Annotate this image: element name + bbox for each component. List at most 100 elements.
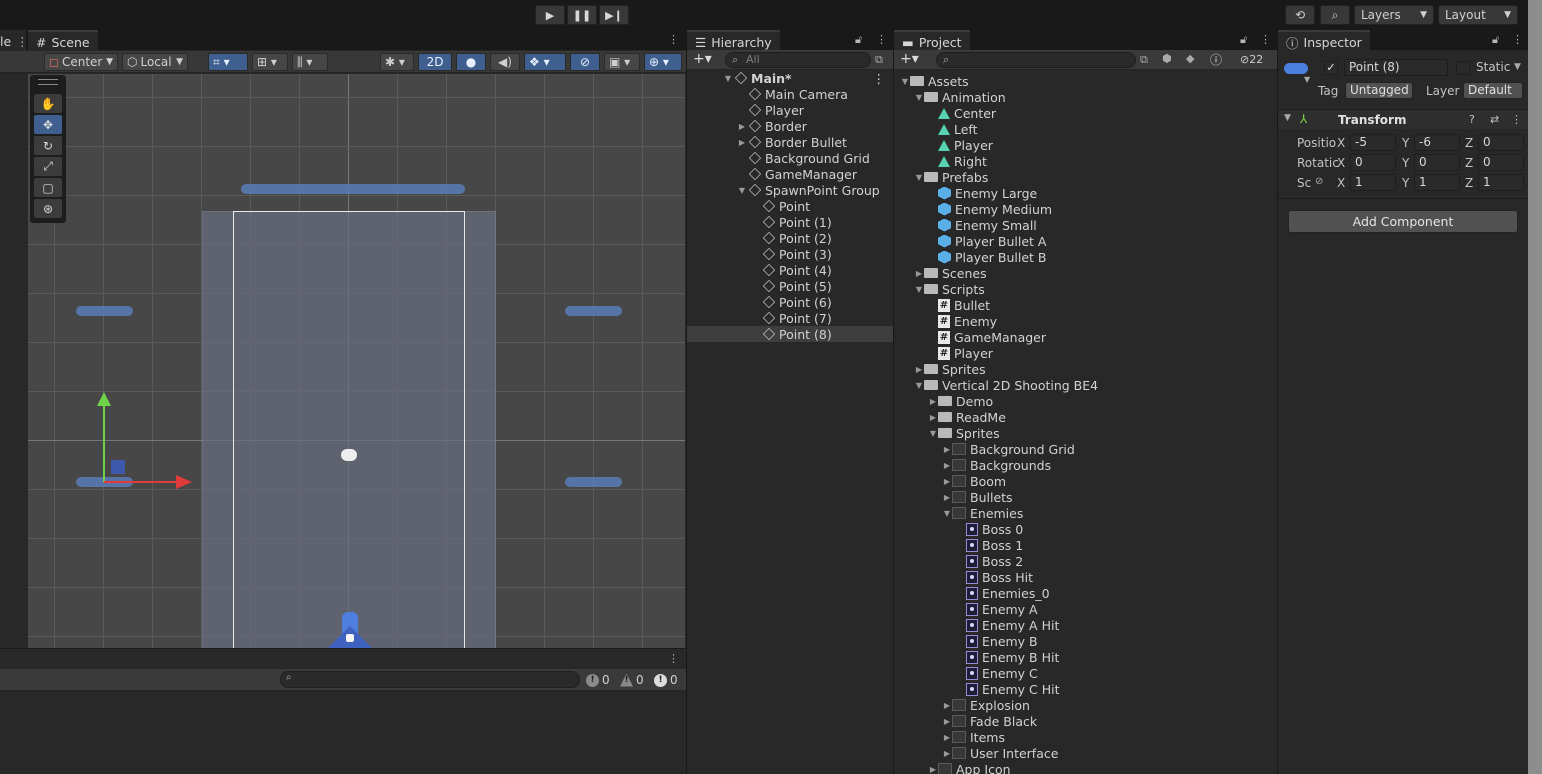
tab-hierarchy[interactable]: ☰ Hierarchy <box>687 30 780 51</box>
project-item[interactable]: Enemy Large <box>894 185 1277 201</box>
hand-tool[interactable]: ✋ <box>34 94 62 113</box>
more-icon[interactable]: ⋮ <box>668 652 679 665</box>
rect-tool[interactable]: ▢ <box>34 178 62 197</box>
grid-snap-button[interactable]: ⌗ ▾ <box>208 53 248 71</box>
project-item[interactable]: Right <box>894 153 1277 169</box>
play-button[interactable]: ▶ <box>535 5 565 25</box>
rotation-z-field[interactable]: 0 <box>1478 154 1524 171</box>
project-item[interactable]: Enemy B Hit <box>894 649 1277 665</box>
drag-handle[interactable] <box>38 79 58 85</box>
chevron-down-icon[interactable]: ▼ <box>1514 62 1521 72</box>
camera-dropdown[interactable]: ▣ ▾ <box>604 53 640 71</box>
space-dropdown[interactable]: ⬡ Local ▼ <box>122 53 188 71</box>
chevron-down-icon[interactable]: ▼ <box>928 429 938 438</box>
chevron-right-icon[interactable]: ▶ <box>914 365 924 374</box>
active-checkbox[interactable]: ✓ <box>1324 61 1338 75</box>
chevron-right-icon[interactable]: ▶ <box>914 269 924 278</box>
error-count-toggle[interactable]: ! 0 <box>586 672 610 688</box>
chevron-right-icon[interactable]: ▶ <box>737 122 747 131</box>
2d-toggle[interactable]: 2D <box>418 53 452 71</box>
chevron-down-icon[interactable]: ▼ <box>914 93 924 102</box>
chevron-right-icon[interactable]: ▶ <box>928 765 938 774</box>
chevron-right-icon[interactable]: ▶ <box>942 493 952 502</box>
project-item[interactable]: ▶ Sprites <box>894 361 1277 377</box>
project-item[interactable]: ▼ Sprites <box>894 425 1277 441</box>
project-item[interactable]: # Player <box>894 345 1277 361</box>
gizmo-x-arrow-icon[interactable] <box>176 475 192 489</box>
rotation-x-field[interactable]: 0 <box>1350 154 1396 171</box>
layers-dropdown[interactable]: Layers ▼ <box>1354 5 1434 25</box>
project-item[interactable]: ▼ Vertical 2D Shooting BE4 <box>894 377 1277 393</box>
tab-scene[interactable]: # Scene <box>28 30 98 51</box>
chevron-right-icon[interactable]: ▶ <box>942 701 952 710</box>
more-icon[interactable]: ⋮ <box>16 34 29 49</box>
position-x-field[interactable]: -5 <box>1350 134 1396 151</box>
project-item[interactable]: # Bullet <box>894 297 1277 313</box>
project-item[interactable]: Enemy Medium <box>894 201 1277 217</box>
project-item[interactable]: Enemy A <box>894 601 1277 617</box>
info-count-toggle[interactable]: ! 0 <box>654 672 678 688</box>
project-search-input[interactable]: ⌕ <box>936 52 1136 68</box>
gizmo-y-arrow-icon[interactable] <box>97 392 111 406</box>
hierarchy-search-input[interactable]: ⌕ All <box>725 52 871 68</box>
hierarchy-item[interactable]: Point (3) <box>687 246 893 262</box>
lighting-toggle[interactable]: ● <box>456 53 486 71</box>
effects-dropdown[interactable]: ❖ ▾ <box>524 53 566 71</box>
scale-y-field[interactable]: 1 <box>1414 174 1460 191</box>
history-button[interactable]: ⟲ <box>1285 5 1315 25</box>
lock-icon[interactable]: 🔓︎ <box>1492 33 1499 47</box>
more-icon[interactable]: ⋮ <box>873 71 886 86</box>
pause-button[interactable]: ❚❚ <box>567 5 597 25</box>
project-item[interactable]: ▼ Enemies <box>894 505 1277 521</box>
filter-type-icon[interactable]: ⬢ <box>1162 52 1172 65</box>
tab-inspector[interactable]: ⓘ Inspector <box>1278 30 1370 51</box>
rotate-tool[interactable]: ↻ <box>34 136 62 155</box>
chevron-down-icon[interactable]: ▼ <box>914 173 924 182</box>
hierarchy-item[interactable]: Point (5) <box>687 278 893 294</box>
project-item[interactable]: Enemies_0 <box>894 585 1277 601</box>
project-item[interactable]: Boss 0 <box>894 521 1277 537</box>
hierarchy-item[interactable]: ▶ Border <box>687 118 893 134</box>
hierarchy-item[interactable]: Point (8) <box>687 326 893 342</box>
project-item[interactable]: ▼ Assets <box>894 73 1277 89</box>
hidden-toggle[interactable]: ⊘ <box>570 53 600 71</box>
project-item[interactable]: ▶ Bullets <box>894 489 1277 505</box>
position-y-field[interactable]: -6 <box>1414 134 1460 151</box>
gizmo-plane-handle[interactable] <box>111 460 125 474</box>
tag-dropdown[interactable]: Untagged <box>1345 82 1413 99</box>
project-item[interactable]: ▶ Items <box>894 729 1277 745</box>
project-item[interactable]: ▶ ReadMe <box>894 409 1277 425</box>
static-checkbox[interactable] <box>1456 61 1470 75</box>
link-icon[interactable]: ⊘ <box>1315 176 1323 187</box>
project-item[interactable]: Boss 1 <box>894 537 1277 553</box>
project-item[interactable]: ▶ Demo <box>894 393 1277 409</box>
project-item[interactable]: ▶ Background Grid <box>894 441 1277 457</box>
create-add-icon[interactable]: +▾ <box>900 51 919 67</box>
chevron-right-icon[interactable]: ▶ <box>942 477 952 486</box>
tab-project[interactable]: ▬ Project <box>894 30 970 51</box>
filter-label-icon[interactable]: ◆ <box>1186 52 1194 65</box>
grid-visibility-button[interactable]: ⊞ ▾ <box>252 53 288 71</box>
scale-z-field[interactable]: 1 <box>1478 174 1524 191</box>
project-item[interactable]: ▼ Animation <box>894 89 1277 105</box>
chevron-down-icon[interactable]: ▼ <box>737 186 747 195</box>
project-item[interactable]: Enemy A Hit <box>894 617 1277 633</box>
hierarchy-item[interactable]: Point (1) <box>687 214 893 230</box>
hierarchy-item[interactable]: Point <box>687 198 893 214</box>
hidden-packages-toggle[interactable]: ⊘22 <box>1240 53 1263 66</box>
project-item[interactable]: # GameManager <box>894 329 1277 345</box>
hierarchy-item[interactable]: Background Grid <box>687 150 893 166</box>
chevron-down-icon[interactable]: ▼ <box>914 285 924 294</box>
rotation-y-field[interactable]: 0 <box>1414 154 1460 171</box>
transform-header[interactable]: ▼ ⅄ Transform ? ⇄ ⋮ <box>1278 109 1528 129</box>
audio-toggle[interactable]: ◀) <box>490 53 520 71</box>
chevron-down-icon[interactable]: ▼ <box>942 509 952 518</box>
layer-dropdown[interactable]: Default <box>1463 82 1523 99</box>
project-item[interactable]: Left <box>894 121 1277 137</box>
increment-snap-button[interactable]: ⫼ ▾ <box>292 53 328 71</box>
scale-tool[interactable]: ⤢ <box>34 157 62 176</box>
chevron-down-icon[interactable]: ▼ <box>914 381 924 390</box>
hierarchy-item[interactable]: Player <box>687 102 893 118</box>
preset-icon[interactable]: ⇄ <box>1490 113 1499 126</box>
create-add-icon[interactable]: +▾ <box>693 51 712 67</box>
